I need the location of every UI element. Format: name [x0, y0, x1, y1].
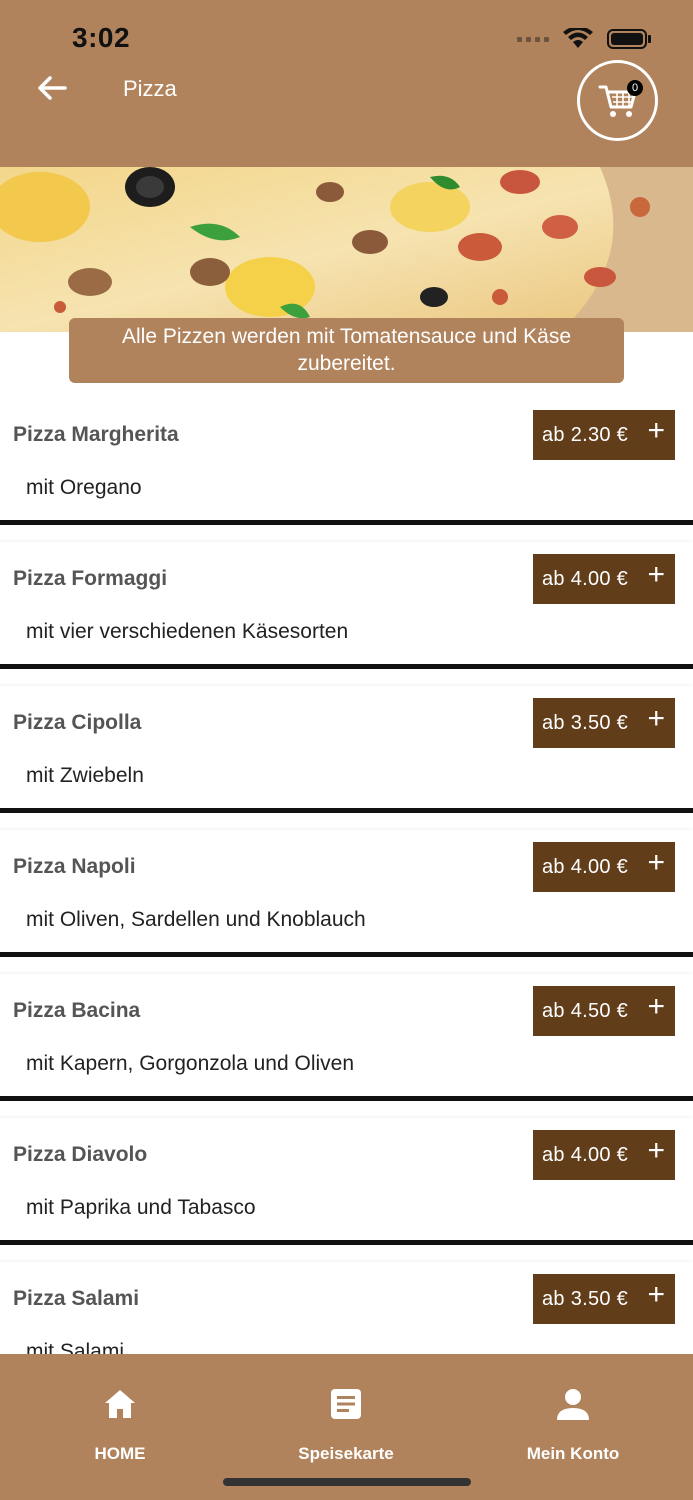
add-to-cart-button[interactable]: ab 4.00 € + [533, 1130, 675, 1180]
nav-menu[interactable]: Speisekarte [266, 1384, 426, 1464]
plus-icon: + [647, 1134, 665, 1167]
document-icon [331, 1389, 361, 1419]
back-button[interactable] [34, 70, 70, 106]
plus-icon: + [647, 1278, 665, 1311]
list-item[interactable]: Pizza Formaggi mit vier verschiedenen Kä… [0, 542, 693, 669]
plus-icon: + [647, 846, 665, 879]
nav-menu-label: Speisekarte [298, 1444, 394, 1463]
battery-icon [607, 29, 651, 49]
nav-account[interactable]: Mein Konto [493, 1384, 653, 1464]
add-to-cart-button[interactable]: ab 3.50 € + [533, 1274, 675, 1324]
wifi-icon [563, 28, 593, 48]
list-item[interactable]: Pizza Salami mit Salami ab 3.50 € + [0, 1262, 693, 1354]
arrow-left-icon [38, 76, 67, 100]
plus-icon: + [647, 702, 665, 735]
plus-icon: + [647, 990, 665, 1023]
item-description: mit Paprika und Tabasco [26, 1196, 256, 1219]
item-description: mit Zwiebeln [26, 764, 144, 787]
add-to-cart-button[interactable]: ab 4.50 € + [533, 986, 675, 1036]
plus-icon: + [647, 414, 665, 447]
price-label: ab 4.00 € [542, 855, 629, 878]
add-to-cart-button[interactable]: ab 4.00 € + [533, 554, 675, 604]
pizza-image [0, 167, 693, 332]
item-description: mit vier verschiedenen Käsesorten [26, 620, 349, 643]
page-title: Pizza [123, 76, 177, 101]
add-to-cart-button[interactable]: ab 3.50 € + [533, 698, 675, 748]
item-name: Pizza Margherita [13, 423, 179, 446]
item-description: mit Oliven, Sardellen und Knoblauch [26, 908, 366, 931]
add-to-cart-button[interactable]: ab 2.30 € + [533, 410, 675, 460]
home-indicator[interactable] [223, 1478, 471, 1486]
nav-account-label: Mein Konto [526, 1444, 620, 1463]
list-item[interactable]: Pizza Cipolla mit Zwiebeln ab 3.50 € + [0, 686, 693, 813]
price-label: ab 4.00 € [542, 567, 629, 590]
info-banner: Alle Pizzen werden mit Tomatensauce und … [69, 318, 624, 383]
app-header: 3:02 Pizza 0 [0, 0, 693, 167]
list-item[interactable]: Pizza Diavolo mit Paprika und Tabasco ab… [0, 1118, 693, 1245]
status-icons [517, 28, 653, 50]
price-label: ab 2.30 € [542, 423, 629, 446]
list-item[interactable]: Pizza Napoli mit Oliven, Sardellen und K… [0, 830, 693, 957]
signal-icon [517, 36, 549, 42]
info-banner-line1: Alle Pizzen werden mit Tomatensauce und … [121, 325, 572, 348]
item-name: Pizza Cipolla [13, 711, 142, 734]
plus-icon: + [647, 558, 665, 591]
item-description: mit Kapern, Gorgonzola und Oliven [26, 1052, 355, 1075]
item-name: Pizza Formaggi [13, 567, 168, 590]
cart-count-badge: 0 [627, 80, 643, 96]
price-label: ab 3.50 € [542, 1287, 629, 1310]
hero-image [0, 167, 693, 332]
nav-home[interactable]: HOME [40, 1384, 200, 1464]
add-to-cart-button[interactable]: ab 4.00 € + [533, 842, 675, 892]
price-label: ab 4.50 € [542, 999, 629, 1022]
status-time: 3:02 [72, 22, 131, 53]
item-name: Pizza Salami [13, 1287, 140, 1310]
cart-button[interactable]: 0 [577, 60, 658, 141]
price-label: ab 3.50 € [542, 711, 629, 734]
price-label: ab 4.00 € [542, 1143, 629, 1166]
info-banner-line2: zubereitet. [297, 352, 396, 375]
item-name: Pizza Napoli [13, 855, 136, 878]
person-icon [557, 1389, 589, 1420]
item-name: Pizza Diavolo [13, 1143, 148, 1166]
list-item[interactable]: Pizza Bacina mit Kapern, Gorgonzola und … [0, 974, 693, 1101]
item-description: mit Oregano [26, 476, 142, 499]
menu-list[interactable]: Pizza Margherita mit Oregano ab 2.30 € +… [0, 398, 693, 1354]
home-icon [105, 1390, 135, 1418]
list-item[interactable]: Pizza Margherita mit Oregano ab 2.30 € + [0, 398, 693, 525]
item-description: mit Salami [26, 1340, 125, 1354]
item-name: Pizza Bacina [13, 999, 141, 1022]
nav-home-label: HOME [94, 1444, 146, 1463]
